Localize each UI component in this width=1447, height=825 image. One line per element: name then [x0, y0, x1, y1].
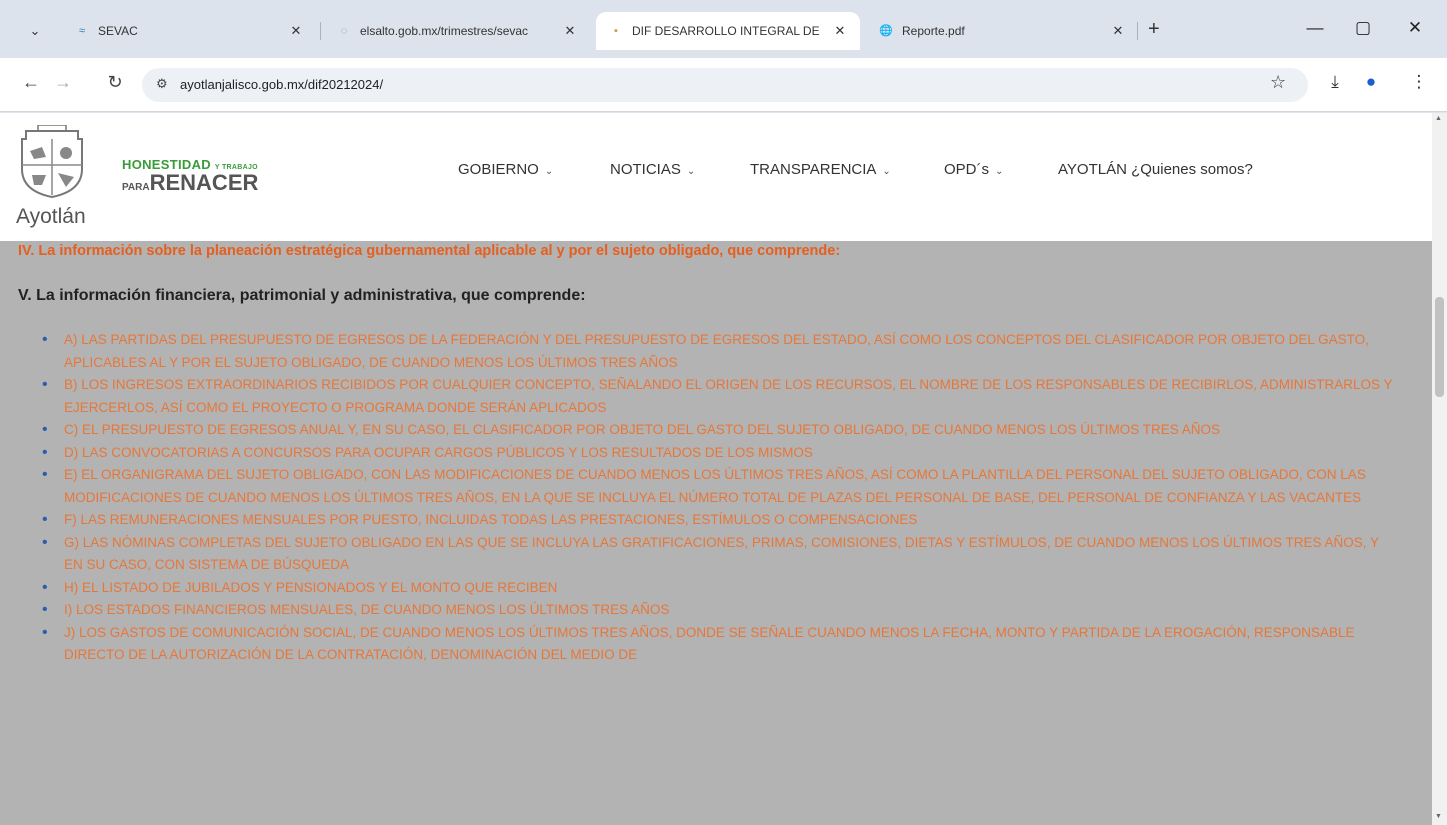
nav-label: NOTICIAS: [610, 161, 681, 178]
nav-gobierno[interactable]: GOBIERNO ⌄: [458, 161, 553, 178]
nav-noticias[interactable]: NOTICIAS ⌄: [610, 161, 695, 178]
financial-info-list: A) LAS PARTIDAS DEL PRESUPUESTO DE EGRES…: [30, 329, 1400, 667]
reload-button[interactable]: ↻: [102, 72, 128, 93]
coat-of-arms-icon: [21, 124, 83, 199]
sevac-icon: ≈: [78, 25, 86, 37]
nav-label: AYOTLÁN ¿Quienes somos?: [1058, 161, 1253, 178]
list-item[interactable]: A) LAS PARTIDAS DEL PRESUPUESTO DE EGRES…: [30, 329, 1400, 374]
new-tab-button[interactable]: +: [1148, 18, 1160, 41]
address-bar[interactable]: ⚙ ayotlanjalisco.gob.mx/dif20212024/: [142, 68, 1308, 102]
list-item[interactable]: H) EL LISTADO DE JUBILADOS Y PENSIONADOS…: [30, 577, 1400, 600]
tab-search-button[interactable]: ⌄: [22, 20, 48, 42]
site-icon: ▪: [614, 25, 618, 37]
minimize-button[interactable]: —: [1300, 18, 1330, 38]
tab-strip: ⌄ ≈ SEVAC ✕ ◌ elsalto.gob.mx/trimestres/…: [0, 0, 1447, 58]
chevron-down-icon: ⌄: [995, 166, 1004, 177]
back-button[interactable]: ←: [18, 72, 44, 93]
close-icon[interactable]: ✕: [1110, 23, 1126, 39]
nav-label: OPD´s: [944, 161, 989, 178]
globe-icon: 🌐: [879, 25, 893, 37]
list-item[interactable]: B) LOS INGRESOS EXTRAORDINARIOS RECIBIDO…: [30, 374, 1400, 419]
ayotlan-logo[interactable]: Ayotlán: [12, 124, 102, 233]
chevron-down-icon: ⌄: [882, 166, 891, 177]
globe-icon: ◌: [340, 25, 348, 37]
content-overlay: IV. La información sobre la planeación e…: [0, 241, 1432, 825]
profile-icon[interactable]: ●: [1358, 72, 1384, 92]
chevron-down-icon: ⌄: [686, 166, 696, 177]
scroll-up-icon[interactable]: ▲: [1435, 115, 1442, 122]
nav-transparencia[interactable]: TRANSPARENCIA ⌄: [750, 161, 891, 178]
close-icon[interactable]: ✕: [562, 23, 578, 39]
tab-elsalto[interactable]: ◌ elsalto.gob.mx/trimestres/sevac ✕: [326, 12, 588, 50]
site-header: Ayotlán HONESTIDAD Y TRABAJO PARARENACER…: [0, 113, 1432, 241]
close-icon[interactable]: ✕: [832, 23, 848, 39]
list-item[interactable]: D) LAS CONVOCATORIAS A CONCURSOS PARA OC…: [30, 442, 1400, 465]
slogan: HONESTIDAD Y TRABAJO PARARENACER: [122, 157, 258, 199]
slogan-renacer: RENACER: [149, 170, 259, 195]
tab-title: DIF DESARROLLO INTEGRAL DE: [632, 24, 820, 38]
scroll-down-icon[interactable]: ▼: [1435, 813, 1442, 820]
close-window-button[interactable]: ✕: [1400, 18, 1430, 38]
close-icon[interactable]: ✕: [288, 23, 304, 39]
slogan-para: PARA: [122, 182, 150, 193]
list-item[interactable]: E) EL ORGANIGRAMA DEL SUJETO OBLIGADO, C…: [30, 464, 1400, 509]
tab-dif-active[interactable]: ▪ DIF DESARROLLO INTEGRAL DE ✕: [596, 12, 860, 50]
list-item[interactable]: J) LOS GASTOS DE COMUNICACIÓN SOCIAL, DE…: [30, 622, 1400, 667]
section-v-heading: V. La información financiera, patrimonia…: [18, 287, 586, 304]
forward-button[interactable]: →: [50, 72, 76, 93]
web-page: Ayotlán HONESTIDAD Y TRABAJO PARARENACER…: [0, 113, 1432, 825]
tab-reporte[interactable]: 🌐 Reporte.pdf ✕: [868, 12, 1136, 50]
site-settings-icon[interactable]: ⚙: [156, 76, 168, 92]
tab-divider: [320, 22, 321, 40]
list-item[interactable]: F) LAS REMUNERACIONES MENSUALES POR PUES…: [30, 509, 1400, 532]
scrollbar-thumb[interactable]: [1435, 297, 1444, 397]
chevron-down-icon: ⌄: [544, 166, 554, 177]
tab-title: SEVAC: [98, 24, 138, 38]
tab-title: elsalto.gob.mx/trimestres/sevac: [360, 24, 529, 38]
menu-kebab-icon[interactable]: ⋮: [1406, 72, 1432, 92]
list-item[interactable]: C) EL PRESUPUESTO DE EGRESOS ANUAL Y, EN…: [30, 419, 1400, 442]
bookmark-star-icon[interactable]: ☆: [1270, 72, 1286, 93]
logo-text: Ayotlán: [16, 205, 86, 228]
download-icon[interactable]: ⤓: [1322, 72, 1348, 92]
list-item[interactable]: G) LAS NÓMINAS COMPLETAS DEL SUJETO OBLI…: [30, 532, 1400, 577]
browser-toolbar: ← → ↻ ⚙ ayotlanjalisco.gob.mx/dif2021202…: [0, 58, 1447, 112]
tab-title: Reporte.pdf: [902, 24, 965, 38]
list-item[interactable]: I) LOS ESTADOS FINANCIEROS MENSUALES, DE…: [30, 599, 1400, 622]
nav-opds[interactable]: OPD´s ⌄: [944, 161, 1003, 178]
section-iv-heading[interactable]: IV. La información sobre la planeación e…: [18, 243, 840, 259]
page-scrollbar[interactable]: ▲ ▼: [1432, 113, 1447, 825]
maximize-button[interactable]: ▢: [1348, 18, 1378, 38]
address-url[interactable]: ayotlanjalisco.gob.mx/dif20212024/: [180, 77, 383, 92]
nav-ayotlan-quienes-somos[interactable]: AYOTLÁN ¿Quienes somos?: [1058, 161, 1253, 178]
tab-divider: [1137, 22, 1138, 40]
nav-label: GOBIERNO: [458, 161, 539, 178]
nav-label: TRANSPARENCIA: [750, 161, 877, 178]
tab-sevac[interactable]: ≈ SEVAC ✕: [64, 12, 314, 50]
